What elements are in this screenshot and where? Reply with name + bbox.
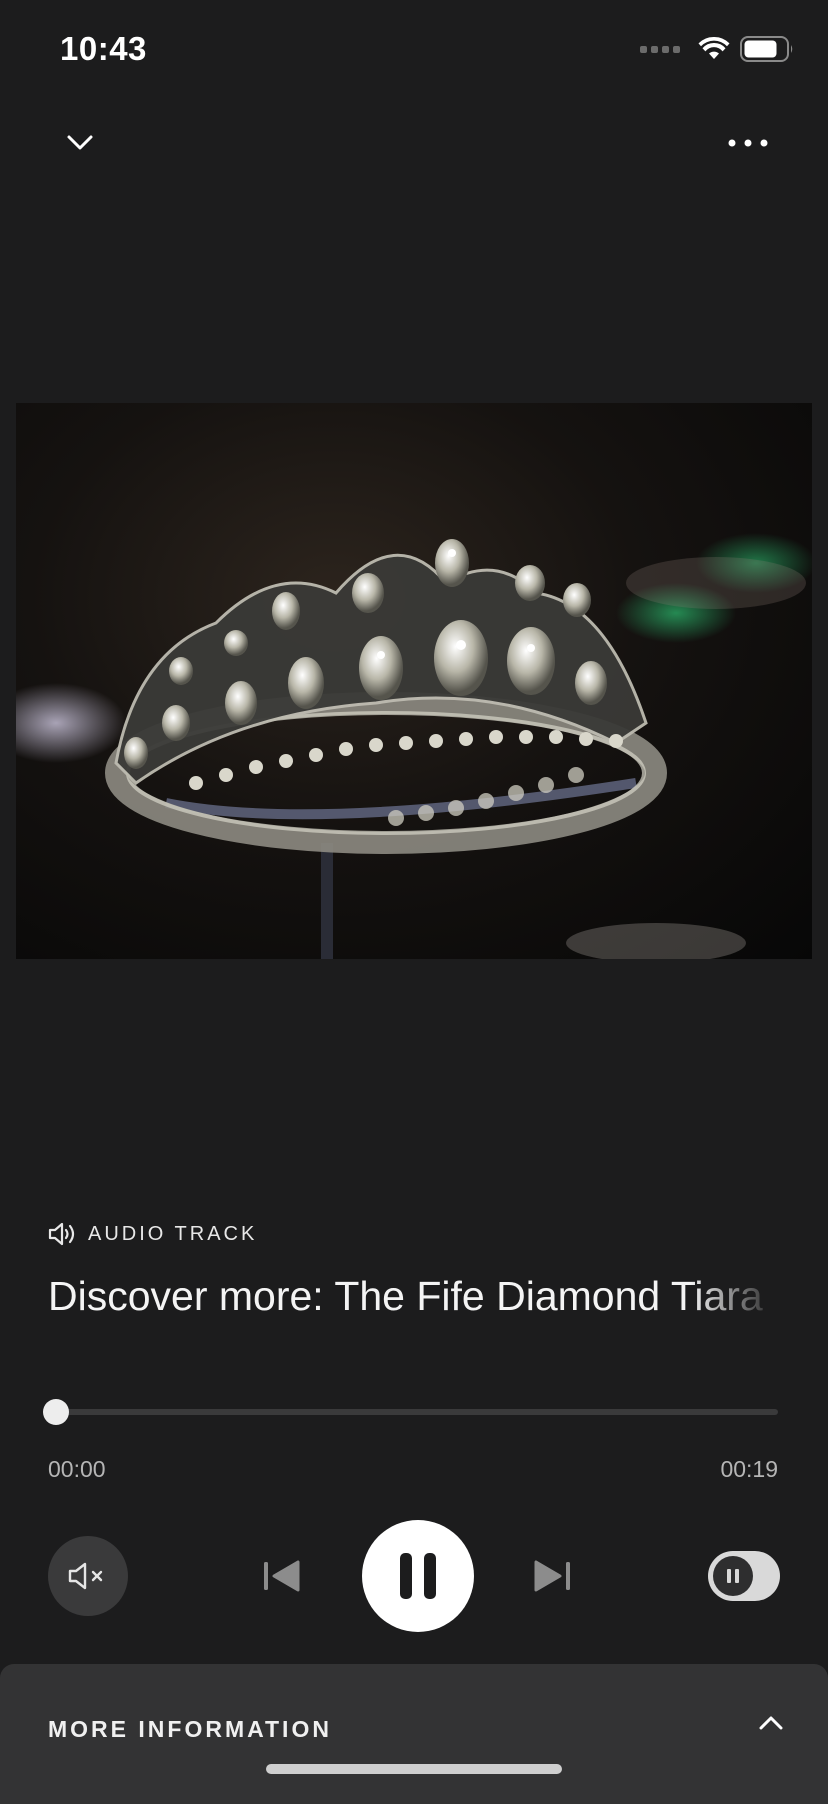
- wifi-icon: [698, 37, 730, 59]
- skip-next-icon: [534, 1560, 570, 1592]
- speaker-icon: [48, 1222, 75, 1246]
- playback-controls: [0, 1520, 828, 1632]
- more-horizontal-icon: [728, 139, 768, 147]
- status-indicators: [640, 36, 794, 62]
- total-duration: 00:19: [720, 1456, 778, 1482]
- pause-toggle-icon: [713, 1556, 753, 1596]
- tiara-illustration: [16, 533, 812, 959]
- autoplay-toggle[interactable]: [708, 1551, 780, 1601]
- cellular-signal-icon: [640, 45, 680, 53]
- next-button[interactable]: [522, 1546, 582, 1606]
- artwork-image: [16, 403, 812, 959]
- track-type-label: AUDIO TRACK: [88, 1222, 258, 1245]
- more-options-button[interactable]: [718, 113, 778, 173]
- skip-previous-icon: [264, 1560, 300, 1592]
- progress-bar[interactable]: [43, 1399, 778, 1425]
- track-title-container: Discover more: The Fife Diamond Tiara: [48, 1268, 778, 1324]
- more-information-panel[interactable]: MORE INFORMATION: [0, 1664, 828, 1804]
- pause-icon: [400, 1553, 436, 1599]
- previous-button[interactable]: [252, 1546, 312, 1606]
- status-time: 10:43: [60, 30, 147, 67]
- track-type: AUDIO TRACK: [48, 1222, 257, 1246]
- status-bar: 10:43: [0, 0, 828, 100]
- home-indicator: [266, 1764, 562, 1774]
- chevron-up-icon: [759, 1716, 783, 1730]
- speaker-muted-icon: [68, 1562, 103, 1590]
- play-pause-button[interactable]: [362, 1520, 474, 1632]
- progress-thumb[interactable]: [43, 1399, 69, 1425]
- more-information-label: MORE INFORMATION: [48, 1716, 332, 1742]
- battery-icon: [740, 36, 793, 62]
- track-title: Discover more: The Fife Diamond Tiara: [48, 1273, 763, 1319]
- collapse-button[interactable]: [50, 113, 110, 173]
- chevron-down-icon: [67, 135, 93, 150]
- elapsed-time: 00:00: [48, 1456, 106, 1482]
- mute-button[interactable]: [48, 1536, 128, 1616]
